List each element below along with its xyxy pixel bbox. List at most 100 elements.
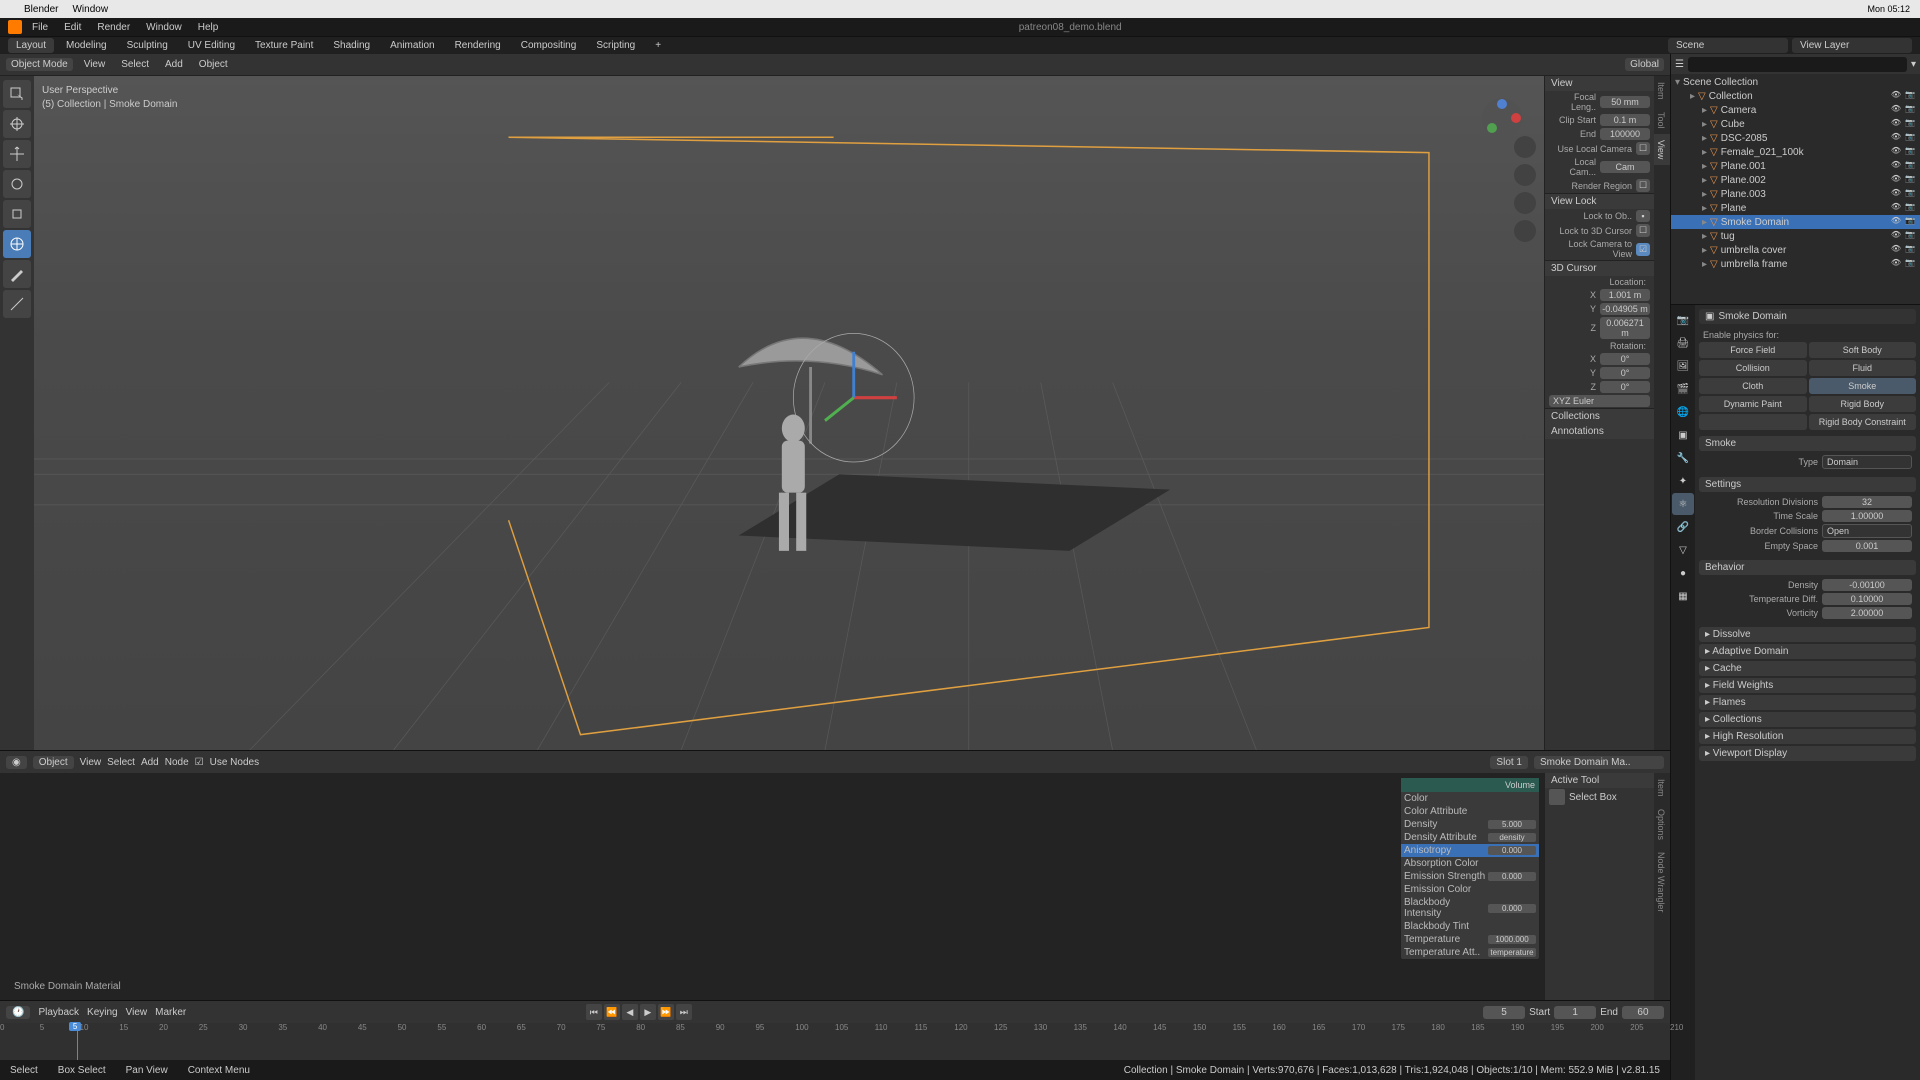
node-input-temperature-att-[interactable]: Temperature Att..temperature — [1401, 946, 1539, 959]
cursor-z-field[interactable]: 0.006271 m — [1600, 317, 1650, 339]
jump-prev-key-icon[interactable]: ⏪ — [604, 1004, 620, 1020]
ws-compositing[interactable]: Compositing — [513, 38, 585, 53]
menu-window[interactable]: Window — [140, 22, 188, 33]
physics-btn-force-field[interactable]: Force Field — [1699, 342, 1807, 358]
node-input-color[interactable]: Color — [1401, 792, 1539, 805]
tab-tool[interactable]: Tool — [1654, 106, 1670, 135]
use-nodes-checkbox[interactable]: ☑ — [195, 757, 204, 768]
pan-icon[interactable] — [1514, 164, 1536, 186]
section-flames[interactable]: ▸ Flames — [1699, 695, 1916, 710]
tab-mesh[interactable]: ▽ — [1672, 539, 1694, 561]
tool-move[interactable] — [3, 140, 31, 168]
shader-object-dropdown[interactable]: Object — [33, 756, 74, 769]
breadcrumb[interactable]: ▣ Smoke Domain — [1699, 309, 1916, 324]
menu-render[interactable]: Render — [91, 22, 136, 33]
physics-btn-dynamic-paint[interactable]: Dynamic Paint — [1699, 396, 1807, 412]
physics-btn-smoke[interactable]: Smoke — [1809, 378, 1917, 394]
tab-shader-options[interactable]: Options — [1654, 803, 1670, 846]
time-scale-field[interactable]: 1.00000 — [1822, 510, 1912, 522]
node-input-absorption-color[interactable]: Absorption Color — [1401, 857, 1539, 870]
node-input-temperature[interactable]: Temperature1000.000 — [1401, 933, 1539, 946]
cursor-x-field[interactable]: 1.001 m — [1600, 289, 1650, 301]
physics-btn-soft-body[interactable]: Soft Body — [1809, 342, 1917, 358]
tool-annotate[interactable] — [3, 260, 31, 288]
tab-physics[interactable]: ⚛ — [1672, 493, 1694, 515]
tool-rotate[interactable] — [3, 170, 31, 198]
timeline-playhead[interactable] — [77, 1023, 78, 1060]
panel-collections[interactable]: Collections — [1545, 409, 1654, 424]
node-input-anisotropy[interactable]: Anisotropy0.000 — [1401, 844, 1539, 857]
tab-node-wrangler[interactable]: Node Wrangler — [1654, 846, 1670, 918]
section-behavior[interactable]: Behavior — [1699, 560, 1916, 575]
outliner-item[interactable]: ▸▽Plane.001👁📷 — [1671, 159, 1920, 173]
vp-menu-object[interactable]: Object — [194, 58, 233, 71]
local-camera-select[interactable]: Cam — [1600, 161, 1650, 173]
shader-menu-view[interactable]: View — [80, 757, 102, 768]
outliner-root[interactable]: ▾Scene Collection — [1671, 76, 1920, 89]
section-viewport-display[interactable]: ▸ Viewport Display — [1699, 746, 1916, 761]
tab-scene[interactable]: 🎬 — [1672, 378, 1694, 400]
section-cache[interactable]: ▸ Cache — [1699, 661, 1916, 676]
vp-menu-add[interactable]: Add — [160, 58, 188, 71]
resolution-field[interactable]: 32 — [1822, 496, 1912, 508]
outliner-item[interactable]: ▸▽tug👁📷 — [1671, 229, 1920, 243]
shader-menu-select[interactable]: Select — [107, 757, 135, 768]
scene-selector[interactable]: Scene — [1668, 38, 1788, 53]
tab-render[interactable]: 📷 — [1672, 309, 1694, 331]
node-input-density[interactable]: Density5.000 — [1401, 818, 1539, 831]
tool-measure[interactable] — [3, 290, 31, 318]
ws-shading[interactable]: Shading — [325, 38, 378, 53]
timeline-marker[interactable]: Marker — [155, 1007, 186, 1018]
section-high-resolution[interactable]: ▸ High Resolution — [1699, 729, 1916, 744]
cursor-rx-field[interactable]: 0° — [1600, 353, 1650, 365]
timeline-view[interactable]: View — [126, 1007, 148, 1018]
panel-3dcursor[interactable]: 3D Cursor — [1545, 261, 1654, 276]
cursor-ry-field[interactable]: 0° — [1600, 367, 1650, 379]
vorticity-field[interactable]: 2.00000 — [1822, 607, 1912, 619]
border-collisions-dropdown[interactable]: Open — [1822, 524, 1912, 538]
tab-shader-item[interactable]: Item — [1654, 773, 1670, 803]
vp-menu-select[interactable]: Select — [116, 58, 154, 71]
outliner-search-input[interactable] — [1688, 57, 1907, 72]
3d-viewport[interactable]: User Perspective (5) Collection | Smoke … — [34, 76, 1544, 750]
physics-btn-rigid-body-constraint[interactable]: Rigid Body Constraint — [1809, 414, 1917, 430]
node-input-color-attribute[interactable]: Color Attribute — [1401, 805, 1539, 818]
nav-gizmo[interactable] — [1478, 94, 1526, 142]
lock-object-field[interactable]: ▪ — [1636, 210, 1650, 222]
clip-end-field[interactable]: 100000 — [1600, 128, 1650, 140]
render-region-checkbox[interactable]: ☐ — [1636, 179, 1650, 192]
ws-layout[interactable]: Layout — [8, 38, 54, 53]
vp-menu-view[interactable]: View — [79, 58, 111, 71]
tool-cursor[interactable] — [3, 110, 31, 138]
outliner-item[interactable]: ▸▽Plane👁📷 — [1671, 201, 1920, 215]
timeline-type-icon[interactable]: 🕐 — [6, 1006, 30, 1019]
shader-type-icon[interactable]: ◉ — [6, 756, 27, 769]
tab-item[interactable]: Item — [1654, 76, 1670, 106]
shader-menu-node[interactable]: Node — [165, 757, 189, 768]
outliner-filter-icon[interactable]: ▾ — [1911, 59, 1916, 70]
node-input-emission-strength[interactable]: Emission Strength0.000 — [1401, 870, 1539, 883]
slot-dropdown[interactable]: Slot 1 — [1490, 756, 1528, 769]
physics-btn-rigid-body[interactable]: Rigid Body — [1809, 396, 1917, 412]
physics-btn-empty[interactable] — [1699, 414, 1807, 430]
section-field-weights[interactable]: ▸ Field Weights — [1699, 678, 1916, 693]
menu-file[interactable]: File — [26, 22, 54, 33]
focal-length-field[interactable]: 50 mm — [1600, 96, 1650, 108]
outliner-item[interactable]: ▸▽Collection👁📷 — [1671, 89, 1920, 103]
smoke-type-dropdown[interactable]: Domain — [1822, 455, 1912, 469]
node-input-density-attribute[interactable]: Density Attributedensity — [1401, 831, 1539, 844]
current-frame-field[interactable]: 5 — [1483, 1006, 1525, 1019]
physics-btn-fluid[interactable]: Fluid — [1809, 360, 1917, 376]
panel-annotations[interactable]: Annotations — [1545, 424, 1654, 439]
outliner-item[interactable]: ▸▽Plane.003👁📷 — [1671, 187, 1920, 201]
mode-dropdown[interactable]: Object Mode — [6, 58, 73, 71]
ws-modeling[interactable]: Modeling — [58, 38, 115, 53]
menu-help[interactable]: Help — [192, 22, 225, 33]
end-frame-field[interactable]: 60 — [1622, 1006, 1664, 1019]
outliner-type-icon[interactable]: ☰ — [1675, 59, 1684, 70]
outliner-item[interactable]: ▸▽Plane.002👁📷 — [1671, 173, 1920, 187]
zoom-icon[interactable] — [1514, 136, 1536, 158]
physics-btn-collision[interactable]: Collision — [1699, 360, 1807, 376]
tab-material[interactable]: ● — [1672, 562, 1694, 584]
ws-texture[interactable]: Texture Paint — [247, 38, 321, 53]
